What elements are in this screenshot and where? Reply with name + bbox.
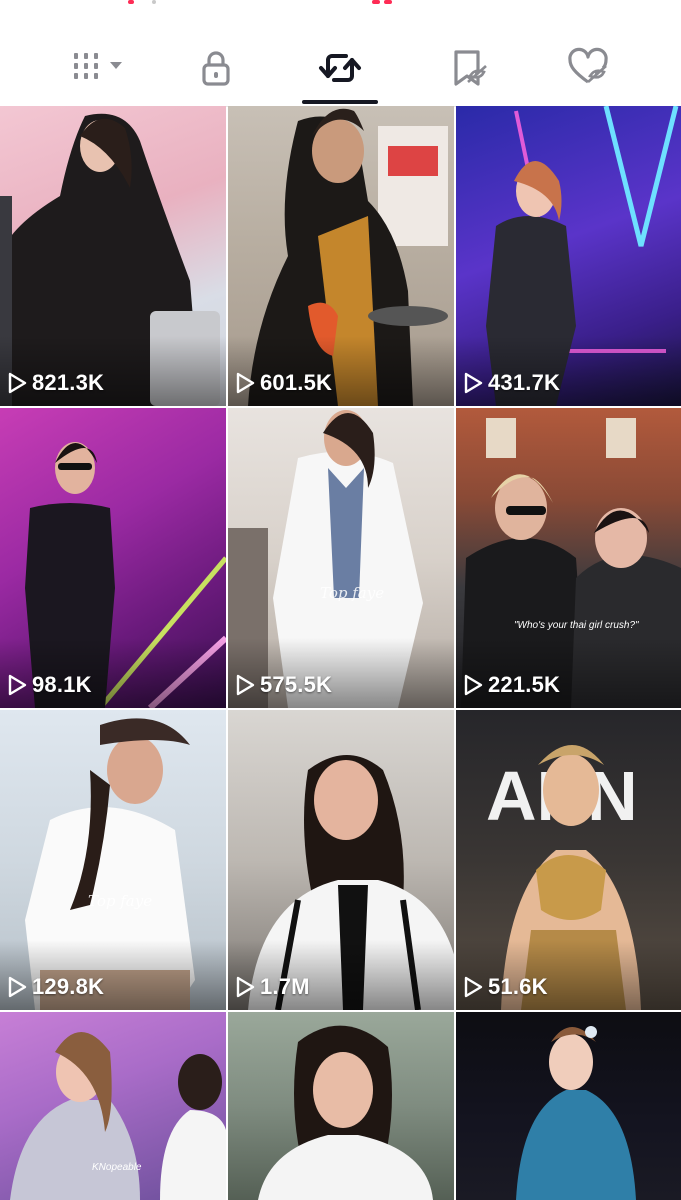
video-grid: 821.3K 601.5K 431.7K 98.1K Top faye 575.… xyxy=(0,106,681,1200)
view-count-label: 431.7K xyxy=(488,370,561,395)
view-count-label: 575.5K xyxy=(260,672,333,697)
grid-menu-icon xyxy=(74,53,122,79)
view-count: 575.5K xyxy=(234,672,332,698)
status-strip xyxy=(0,0,681,14)
view-count-label: 821.3K xyxy=(32,370,105,395)
video-thumbnail[interactable] xyxy=(456,1012,681,1200)
video-thumbnail[interactable]: "Who's your thai girl crush?" 221.5K xyxy=(456,408,681,708)
view-count: 821.3K xyxy=(6,370,104,396)
video-thumbnail[interactable]: Top faye 575.5K xyxy=(228,408,454,708)
view-count: 431.7K xyxy=(462,370,560,396)
view-count-label: 601.5K xyxy=(260,370,333,395)
watermark-text: Top faye xyxy=(88,892,153,910)
play-icon xyxy=(464,674,483,696)
lock-icon xyxy=(202,51,230,86)
view-count: 601.5K xyxy=(234,370,332,396)
video-thumbnail[interactable]: ANN 51.6K xyxy=(456,710,681,1010)
video-thumbnail[interactable]: 431.7K xyxy=(456,106,681,406)
view-count: 129.8K xyxy=(6,974,104,1000)
view-count: 1.7M xyxy=(234,974,310,1000)
play-icon xyxy=(8,674,27,696)
play-icon xyxy=(8,976,27,998)
status-dot xyxy=(384,0,392,4)
video-thumbnail[interactable]: Top faye 129.8K xyxy=(0,710,226,1010)
video-caption: "Who's your thai girl crush?" xyxy=(514,620,639,631)
view-count: 221.5K xyxy=(462,672,560,698)
video-thumbnail[interactable] xyxy=(228,1012,454,1200)
view-count: 98.1K xyxy=(6,672,92,698)
view-count-label: 221.5K xyxy=(488,672,561,697)
play-icon xyxy=(236,976,255,998)
play-icon xyxy=(464,976,483,998)
view-count-label: 1.7M xyxy=(260,974,310,999)
active-tab-indicator xyxy=(302,100,378,104)
bookmark-hidden-icon xyxy=(454,50,487,86)
person-figure xyxy=(258,1025,433,1200)
status-dot xyxy=(372,0,380,4)
play-icon xyxy=(464,372,483,394)
profile-tabs xyxy=(0,14,681,107)
video-thumbnail[interactable]: 1.7M xyxy=(228,710,454,1010)
video-thumbnail[interactable]: 601.5K xyxy=(228,106,454,406)
tab-private[interactable] xyxy=(186,38,246,98)
person-figure xyxy=(516,1026,636,1200)
tab-videos[interactable] xyxy=(68,38,128,98)
view-count-label: 129.8K xyxy=(32,974,105,999)
video-thumbnail[interactable]: 821.3K xyxy=(0,106,226,406)
tab-reposts[interactable] xyxy=(310,38,370,98)
status-dot xyxy=(128,0,134,4)
view-count: 51.6K xyxy=(462,974,548,1000)
view-count-label: 51.6K xyxy=(488,974,548,999)
status-dot xyxy=(152,0,156,4)
play-icon xyxy=(236,372,255,394)
play-icon xyxy=(8,372,27,394)
view-count-label: 98.1K xyxy=(32,672,92,697)
watermark-text: Top faye xyxy=(320,584,385,602)
video-thumbnail[interactable]: 98.1K xyxy=(0,408,226,708)
tab-favorites[interactable] xyxy=(438,38,498,98)
tab-liked[interactable] xyxy=(558,38,618,98)
video-caption: KNopeable xyxy=(92,1162,142,1173)
liked-heart-icon xyxy=(568,47,608,84)
repost-icon xyxy=(319,54,361,82)
play-icon xyxy=(236,674,255,696)
video-thumbnail[interactable]: KNopeable xyxy=(0,1012,226,1200)
